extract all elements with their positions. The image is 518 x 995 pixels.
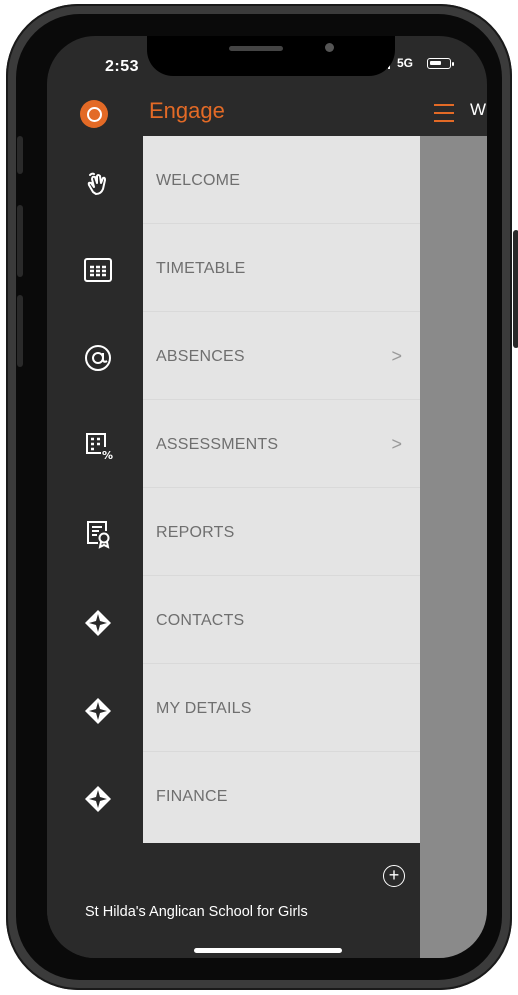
diamond-icon[interactable] bbox=[83, 696, 113, 726]
menu-item-welcome[interactable]: WELCOME bbox=[143, 136, 420, 224]
menu-item-my-details[interactable]: MY DETAILS bbox=[143, 664, 420, 752]
network-type: 5G bbox=[397, 56, 414, 70]
icon-rail: % bbox=[47, 136, 143, 958]
waving-hand-icon[interactable] bbox=[83, 169, 113, 199]
home-indicator[interactable] bbox=[194, 948, 342, 953]
menu-item-contacts[interactable]: CONTACTS bbox=[143, 576, 420, 664]
screen: 2:53 5G Engage W % WELCOME TIMETABLE ABS… bbox=[47, 36, 487, 958]
battery-icon bbox=[427, 58, 454, 69]
add-circle-button[interactable]: + bbox=[383, 865, 405, 887]
mute-switch bbox=[17, 136, 23, 174]
school-name: St Hilda's Anglican School for Girls bbox=[85, 904, 308, 920]
menu-item-reports[interactable]: REPORTS bbox=[143, 488, 420, 576]
engage-logo-icon bbox=[80, 100, 108, 128]
hamburger-menu-icon[interactable] bbox=[434, 104, 454, 122]
navigation-drawer: WELCOME TIMETABLE ABSENCES > ASSESSMENTS… bbox=[143, 136, 420, 843]
menu-item-finance[interactable]: FINANCE bbox=[143, 752, 420, 840]
menu-item-label: ASSESSMENTS bbox=[156, 436, 279, 453]
status-time: 2:53 bbox=[105, 58, 140, 75]
menu-item-label: REPORTS bbox=[156, 524, 235, 541]
timetable-icon[interactable] bbox=[83, 255, 113, 285]
menu-item-label: TIMETABLE bbox=[156, 260, 246, 277]
menu-item-timetable[interactable]: TIMETABLE bbox=[143, 224, 420, 312]
volume-up-button bbox=[17, 205, 23, 277]
menu-item-label: WELCOME bbox=[156, 172, 241, 189]
menu-item-label: MY DETAILS bbox=[156, 700, 252, 717]
menu-item-absences[interactable]: ABSENCES > bbox=[143, 312, 420, 400]
app-brand-title: Engage bbox=[149, 98, 225, 123]
notch bbox=[147, 36, 395, 76]
main-title-peek: W bbox=[470, 100, 487, 119]
grid-percent-icon[interactable]: % bbox=[83, 431, 113, 461]
camera bbox=[325, 43, 334, 52]
svg-text:%: % bbox=[102, 449, 113, 461]
chevron-right-icon: > bbox=[391, 434, 402, 454]
power-button bbox=[513, 230, 518, 348]
chevron-right-icon: > bbox=[391, 346, 402, 366]
menu-item-label: CONTACTS bbox=[156, 612, 245, 629]
diamond-icon[interactable] bbox=[83, 784, 113, 814]
menu-item-label: FINANCE bbox=[156, 788, 228, 805]
menu-item-assessments[interactable]: ASSESSMENTS > bbox=[143, 400, 420, 488]
at-sign-icon[interactable] bbox=[83, 343, 113, 373]
content-scrim[interactable] bbox=[420, 136, 487, 958]
certificate-icon[interactable] bbox=[83, 519, 113, 549]
menu-item-label: ABSENCES bbox=[156, 348, 245, 365]
diamond-icon[interactable] bbox=[83, 608, 113, 638]
volume-down-button bbox=[17, 295, 23, 367]
speaker bbox=[229, 46, 283, 51]
